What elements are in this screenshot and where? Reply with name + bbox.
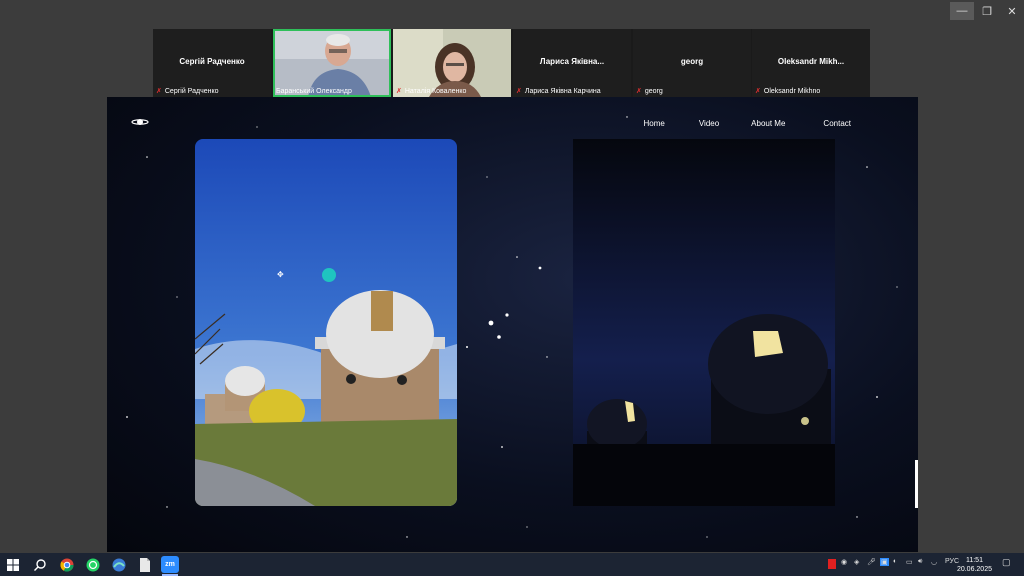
whatsapp-icon[interactable]	[84, 556, 101, 573]
observatory-day-photo[interactable]: ✥	[195, 139, 457, 506]
shared-screen: Home Video About Me Contact ✥	[107, 97, 918, 552]
participant-video-tile[interactable]: Баранський Олександр	[273, 29, 391, 97]
notification-icon[interactable]: ▢	[1002, 557, 1011, 568]
tray-app-icon[interactable]: ◐	[893, 558, 897, 565]
tray-zoom-icon[interactable]: ▣	[880, 558, 889, 566]
muted-mic-icon: ✗	[755, 88, 761, 95]
mic-icon[interactable]: 🎤︎	[867, 558, 876, 566]
wifi-icon[interactable]: ◡	[931, 558, 937, 566]
muted-mic-icon: ✗	[636, 88, 642, 95]
close-button[interactable]: ✕	[1000, 2, 1024, 20]
muted-mic-icon: ✗	[516, 88, 522, 95]
participant-label: ✗ Oleksandr Mikhno	[755, 87, 821, 96]
participant-label: ✗ Сергій Радченко	[156, 87, 219, 96]
participant-name: Лариса Яківна...	[539, 57, 605, 66]
participant-video	[273, 29, 391, 97]
nav-contact[interactable]: Contact	[823, 119, 851, 128]
zoom-icon[interactable]: zm	[161, 556, 179, 573]
participant-label: ✗ Лариса Яківна Карчина	[516, 87, 601, 96]
clock[interactable]: 11:51 20.06.2025	[957, 556, 992, 574]
muted-mic-icon: ✗	[396, 88, 402, 95]
participant-tile[interactable]: Oleksandr Mikh... ✗ Oleksandr Mikhno	[752, 29, 870, 97]
participant-video-tile[interactable]: ✗ Наталія Коваленко	[393, 29, 511, 97]
search-icon[interactable]	[31, 556, 48, 573]
clock-date: 20.06.2025	[956, 566, 992, 573]
volume-icon[interactable]: 🔊︎	[918, 558, 922, 566]
maximize-button[interactable]: ❐	[975, 2, 999, 20]
muted-mic-icon: ✗	[156, 88, 162, 95]
observatory-night-photo[interactable]	[573, 139, 835, 506]
minimize-button[interactable]: —	[950, 2, 974, 20]
participant-tile[interactable]: Лариса Яківна... ✗ Лариса Яківна Карчина	[513, 29, 631, 97]
participant-tile[interactable]: georg ✗ georg	[633, 29, 751, 97]
participant-tile[interactable]: Сергій Радченко ✗ Сергій Радченко	[153, 29, 271, 97]
svg-text:✥: ✥	[277, 270, 284, 279]
site-nav: Home Video About Me Contact	[644, 119, 852, 128]
scrollbar-thumb[interactable]	[915, 460, 918, 508]
site-logo-icon[interactable]	[131, 115, 149, 127]
participant-name: Сергій Радченко	[179, 57, 245, 66]
file-icon[interactable]	[136, 556, 153, 573]
participant-label: ✗ georg	[636, 87, 663, 96]
nav-video[interactable]: Video	[699, 119, 719, 128]
clock-time: 11:51	[965, 557, 983, 564]
nav-home[interactable]: Home	[644, 119, 665, 128]
participant-name: georg	[680, 57, 704, 66]
network-icon[interactable]: ▭	[906, 558, 913, 566]
participant-label: Баранський Олександр	[276, 88, 352, 95]
tray-app-icon[interactable]: ◈	[854, 558, 859, 566]
windows-start-icon[interactable]	[4, 556, 21, 573]
tray-app-icon[interactable]	[828, 559, 836, 569]
browser-icon[interactable]	[110, 556, 127, 573]
tray-viber-icon[interactable]: ◉	[841, 558, 847, 566]
participant-label: ✗ Наталія Коваленко	[396, 87, 467, 96]
participant-strip: Сергій Радченко ✗ Сергій Радченко Барансь…	[153, 29, 870, 97]
chrome-icon[interactable]	[58, 556, 75, 573]
windows-taskbar: zm ◉ ◈ 🎤︎ ▣ ◐ ▭ 🔊︎ ◡ РУС 11:51 20.06.202…	[0, 553, 1024, 576]
nav-about-me[interactable]: About Me	[751, 119, 785, 128]
participant-name: Oleksandr Mikh...	[777, 57, 845, 66]
